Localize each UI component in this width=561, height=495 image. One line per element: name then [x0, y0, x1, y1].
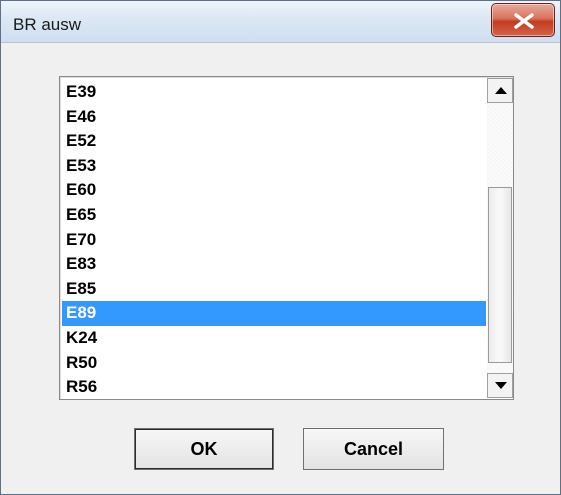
list-item[interactable]: E46 — [62, 105, 486, 130]
list-items: E39 E46 E52 E53 E60 E65 E70 E83 E85 E89 … — [62, 80, 486, 399]
list-item[interactable]: E60 — [62, 178, 486, 203]
model-listbox[interactable]: E39 E46 E52 E53 E60 E65 E70 E83 E85 E89 … — [59, 76, 514, 400]
vertical-scrollbar[interactable] — [487, 78, 513, 398]
window-title: BR ausw — [13, 15, 82, 34]
list-item[interactable]: E85 — [62, 277, 486, 302]
list-item[interactable]: E70 — [62, 228, 486, 253]
title-bar[interactable]: BR ausw — [1, 1, 560, 43]
list-item[interactable]: E89 — [62, 301, 486, 326]
scroll-up-button[interactable] — [487, 78, 513, 103]
list-item[interactable]: E39 — [62, 80, 486, 105]
list-item[interactable]: R50 — [62, 351, 486, 376]
scroll-thumb[interactable] — [488, 187, 512, 363]
ok-button[interactable]: OK — [134, 428, 274, 470]
list-item[interactable]: E65 — [62, 203, 486, 228]
close-button[interactable] — [491, 3, 555, 37]
list-item[interactable]: R56 — [62, 375, 486, 399]
list-item[interactable]: E53 — [62, 154, 486, 179]
close-icon — [514, 13, 534, 29]
dialog-window: BR ausw E39 E46 E52 E53 E60 E65 E70 E83 … — [0, 0, 561, 495]
arrow-down-icon — [495, 382, 507, 389]
arrow-up-icon — [495, 87, 507, 94]
cancel-button[interactable]: Cancel — [303, 428, 444, 470]
list-item[interactable]: E83 — [62, 252, 486, 277]
list-item[interactable]: E52 — [62, 129, 486, 154]
list-item[interactable]: K24 — [62, 326, 486, 351]
scroll-down-button[interactable] — [487, 373, 513, 398]
